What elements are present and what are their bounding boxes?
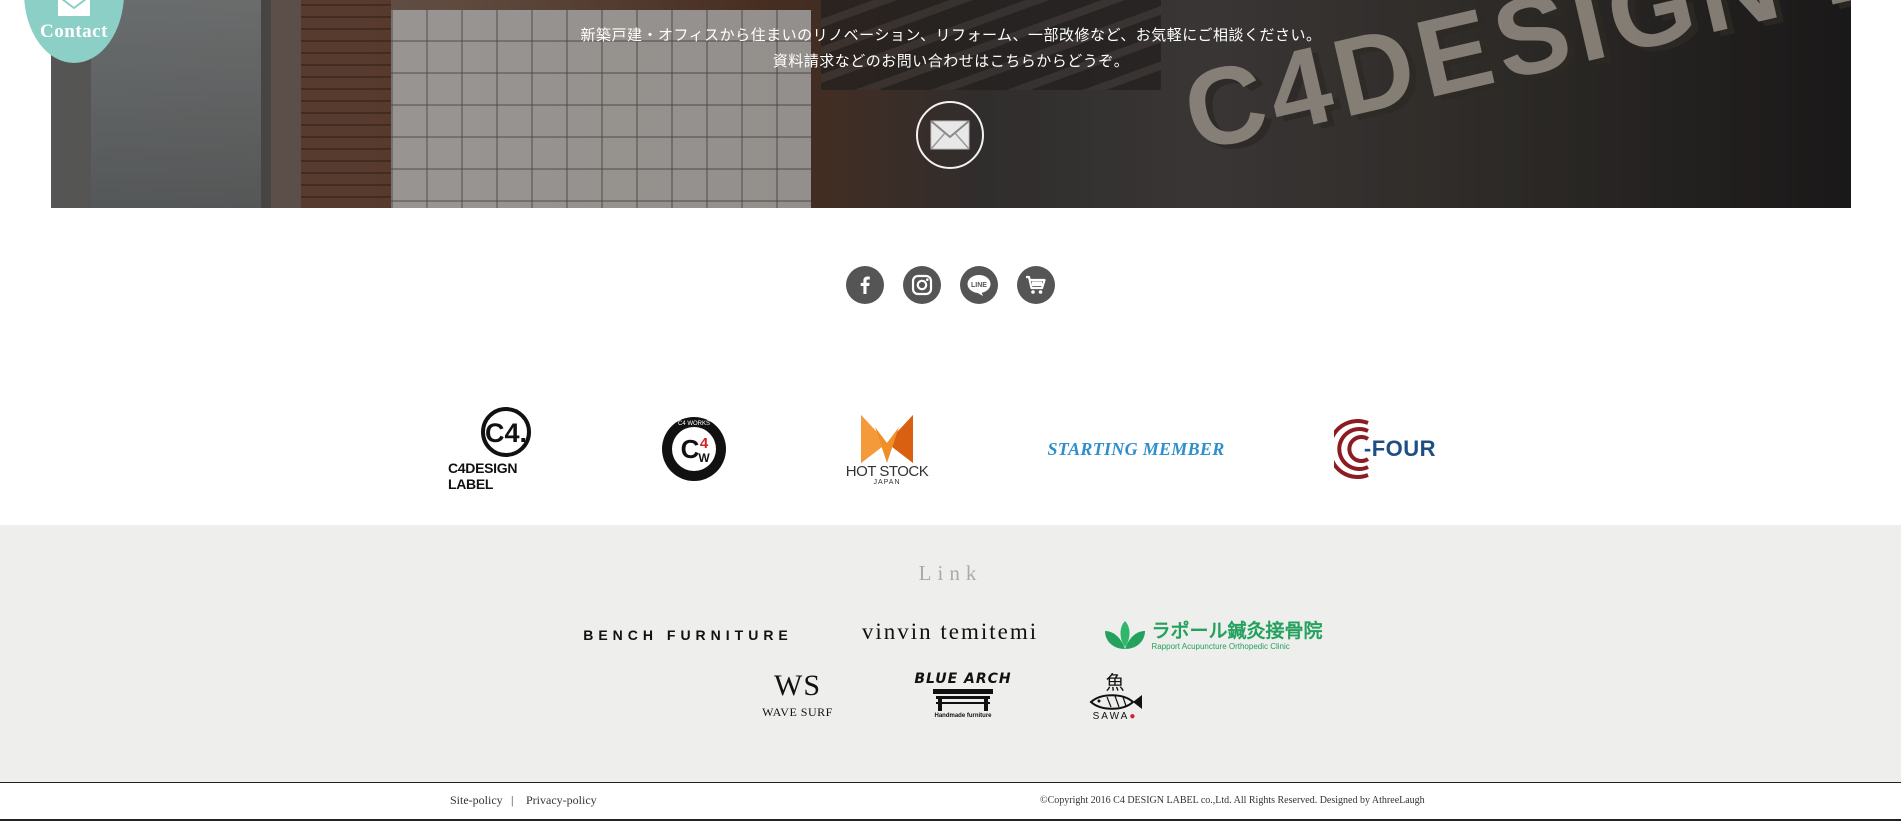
contact-label: Contact — [40, 21, 108, 42]
brand-logos: C4. C4DESIGN LABEL C 4 W C4 WORKS HOT ST… — [0, 405, 1901, 493]
instagram-icon — [911, 274, 933, 296]
sawa-kanji: 魚 — [1105, 672, 1125, 694]
footer-separator: | — [511, 793, 514, 807]
brand-c4works[interactable]: C 4 W C4 WORKS — [658, 405, 730, 493]
site-footer: Site-policy | Privacy-policy ©Copyright … — [0, 782, 1901, 821]
contact-hero-banner: C4DESIGN LABEL 新築戸建・オフィスから住まいのリノベーション、リフ… — [51, 0, 1851, 208]
fish-icon — [1089, 694, 1142, 710]
brand-starting-member[interactable]: STARTING MEMBER — [1046, 405, 1226, 493]
rapport-en-label: Rapport Acupuncture Orthopedic Clinic — [1151, 641, 1290, 651]
link-vinvin-temitemi[interactable]: vinvin temitemi — [852, 615, 1048, 649]
link-sawa[interactable]: 魚 SAWA● — [1080, 665, 1150, 730]
instagram-button[interactable] — [903, 266, 941, 304]
svg-text:C4.: C4. — [485, 418, 527, 448]
envelope-icon — [58, 0, 90, 16]
svg-text:C4 WORKS: C4 WORKS — [678, 421, 710, 427]
facebook-icon — [860, 276, 870, 294]
brand-hotstock[interactable]: HOT STOCK JAPAN — [842, 405, 932, 493]
hero-line-2: 資料請求などのお問い合わせはこちらからどうぞ。 — [772, 54, 1130, 70]
c4works-logo-icon: C 4 W C4 WORKS — [662, 417, 726, 481]
starting-member-label: STARTING MEMBER — [1047, 438, 1225, 459]
line-button[interactable]: LINE — [960, 266, 998, 304]
brand-c4design-label[interactable]: C4. C4DESIGN LABEL — [448, 405, 564, 493]
link-section-title: Link — [918, 561, 983, 585]
facebook-button[interactable] — [846, 266, 884, 304]
link-bench-furniture[interactable]: BENCH FURNITURE — [578, 620, 798, 650]
svg-text:C: C — [681, 434, 700, 464]
shop-button[interactable] — [1017, 266, 1055, 304]
rapport-jp-label: ラポール鍼灸接骨院 — [1151, 619, 1323, 642]
svg-text:W: W — [698, 451, 710, 465]
c4design-label-text: C4DESIGN LABEL — [448, 460, 518, 492]
social-links: LINE — [0, 266, 1901, 304]
link-wave-surf[interactable]: WS WAVE SURF — [750, 665, 845, 725]
envelope-icon — [930, 120, 970, 150]
copyright-text: ©Copyright 2016 C4 DESIGN LABEL co.,Ltd.… — [1040, 795, 1425, 806]
sawa-label: SAWA● — [1092, 711, 1138, 722]
brand-c-four[interactable]: -FOUR — [1326, 405, 1444, 493]
blue-arch-sub-label: Handmade furniture — [934, 713, 992, 719]
link-section: Link BENCH FURNITURE vinvin temitemi ラポー… — [0, 525, 1901, 782]
privacy-policy-link[interactable]: Privacy-policy — [526, 793, 597, 808]
svg-text:4: 4 — [700, 435, 709, 452]
cfour-label: -FOUR — [1363, 436, 1437, 461]
hotstock-logo-icon — [861, 414, 913, 463]
line-icon: LINE — [967, 275, 991, 296]
hotstock-sub-label: JAPAN — [873, 478, 901, 486]
lotus-icon — [1105, 621, 1146, 649]
c4-logo-icon: C4. — [481, 407, 531, 457]
svg-text:LINE: LINE — [971, 282, 987, 289]
ws-label: WAVE SURF — [762, 704, 833, 719]
hero-line-1: 新築戸建・オフィスから住まいのリノベーション、リフォーム、一部改修など、お気軽に… — [580, 28, 1322, 44]
link-blue-arch[interactable]: BLUE ARCH Handmade furniture — [908, 667, 1018, 723]
bench-icon — [933, 689, 993, 711]
mail-button[interactable] — [916, 101, 984, 169]
cart-icon — [1026, 275, 1046, 294]
blue-arch-label: BLUE ARCH — [914, 671, 1012, 687]
site-policy-link[interactable]: Site-policy — [450, 793, 503, 808]
link-rapport-clinic[interactable]: ラポール鍼灸接骨院 Rapport Acupuncture Orthopedic… — [1100, 615, 1326, 655]
hotstock-label: HOT STOCK — [845, 462, 929, 480]
ws-logo-text: WS — [774, 668, 821, 702]
